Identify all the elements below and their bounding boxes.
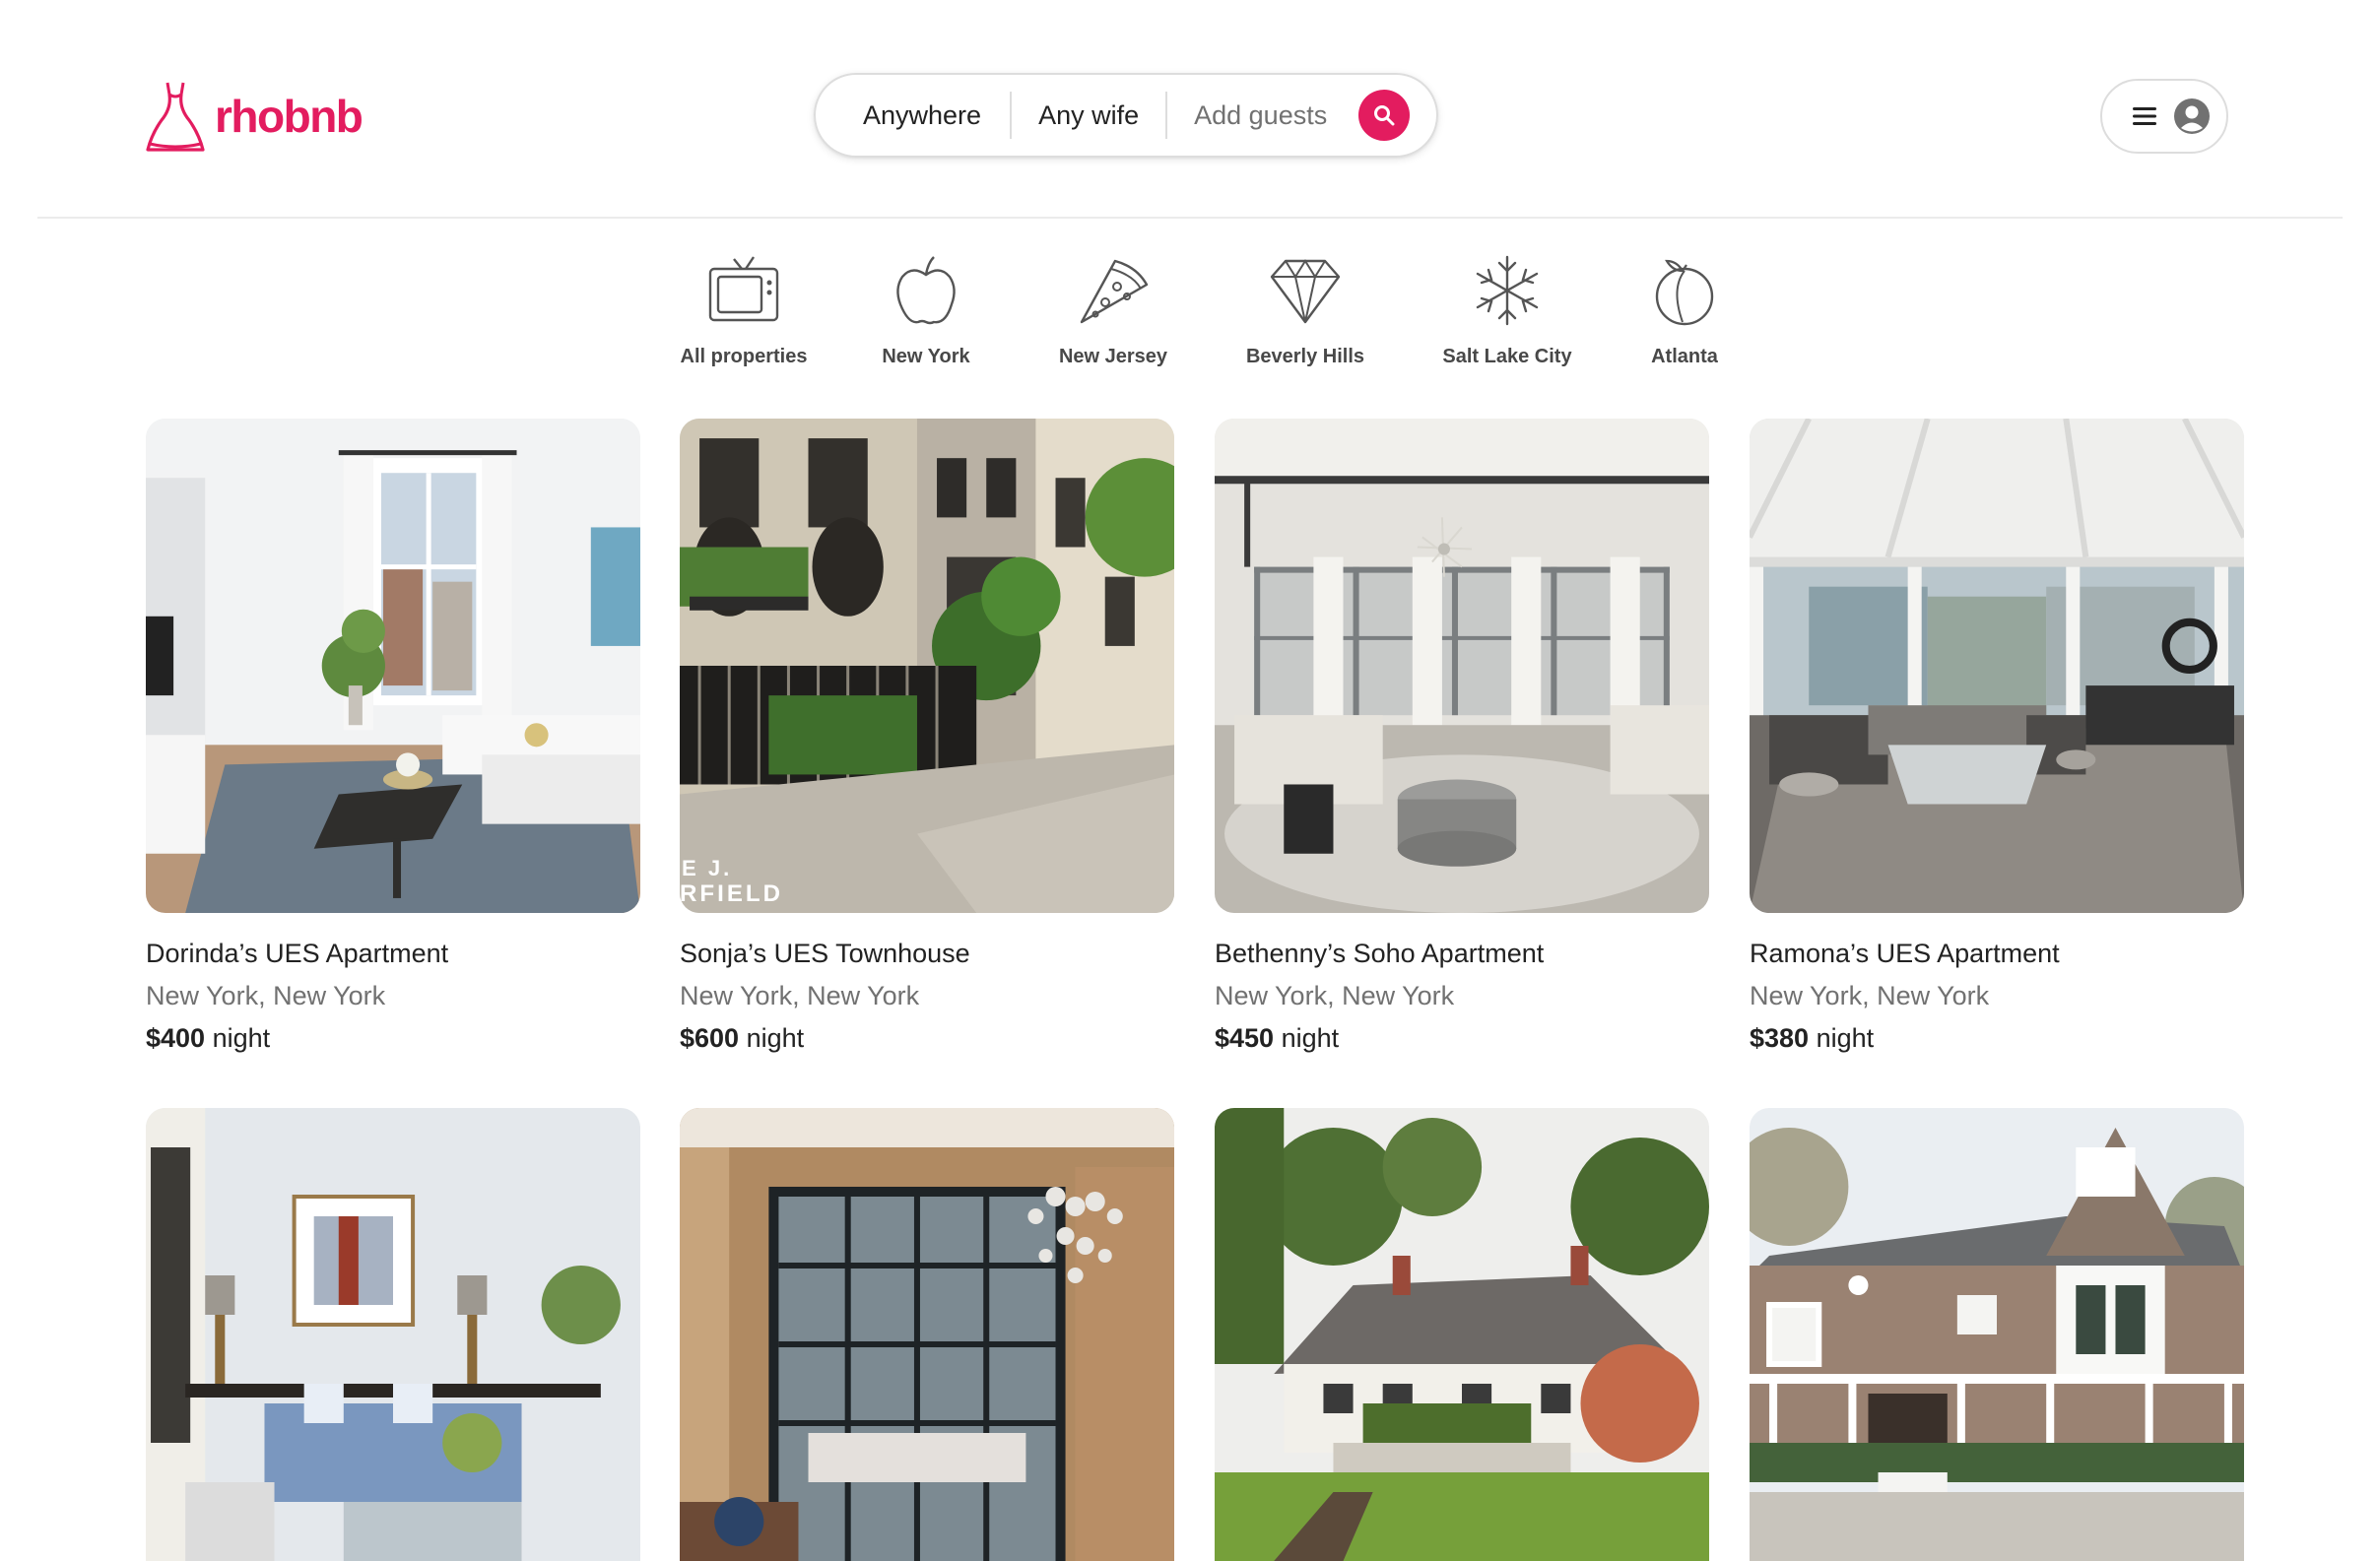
category-label: Beverly Hills	[1245, 346, 1365, 367]
price-amount: $450	[1215, 1023, 1275, 1053]
diamond-icon	[1270, 258, 1341, 323]
listing-title: Ramona’s UES Apartment	[1750, 939, 2060, 968]
watermark-line-2: RFIELD	[680, 880, 783, 907]
category-label: Atlanta	[1651, 346, 1718, 367]
user-avatar-icon	[2174, 98, 2210, 134]
listing-photo[interactable]: E J. RFIELD	[680, 419, 1174, 913]
listing-photo[interactable]	[680, 1108, 1174, 1561]
living-room-photo	[146, 419, 640, 913]
loft-photo	[1215, 419, 1709, 913]
rhobnb-logo[interactable]: rhobnb	[146, 79, 364, 154]
listing-price: $450 night	[1215, 1023, 1709, 1054]
living-room-photo	[146, 1108, 640, 1561]
apple-icon	[896, 255, 956, 324]
house-exterior-photo	[1215, 1108, 1709, 1561]
category-new-york[interactable]: New York	[857, 252, 995, 368]
wife-value: Any wife	[1038, 99, 1140, 130]
wife-selector[interactable]: Any wife	[1012, 75, 1165, 156]
category-new-jersey[interactable]: New Jersey	[1034, 252, 1192, 368]
listing-title: Bethenny’s Soho Apartment	[1215, 939, 1545, 968]
category-label: New Jersey	[1058, 346, 1168, 367]
listing-price: $380 night	[1750, 1023, 2244, 1054]
category-all-properties[interactable]: All properties	[660, 252, 827, 368]
watermark-line-1: E J.	[682, 856, 732, 880]
guests-selector[interactable]: Add guests	[1167, 75, 1358, 156]
user-menu-button[interactable]	[2100, 79, 2228, 154]
price-unit: night	[746, 1023, 805, 1053]
snowflake-icon	[1476, 255, 1539, 325]
listing-price: $600 night	[680, 1023, 1174, 1054]
shingle-house-photo	[1750, 1108, 2244, 1561]
header-divider	[37, 217, 2343, 219]
price-unit: night	[1281, 1023, 1340, 1053]
listing-card[interactable]: Dorinda’s UES Apartment New York, New Yo…	[146, 419, 640, 1054]
price-amount: $380	[1750, 1023, 1810, 1053]
hamburger-icon	[2133, 107, 2156, 125]
location-value: Anywhere	[863, 99, 982, 130]
guests-placeholder: Add guests	[1194, 99, 1328, 130]
top-navigation-bar: rhobnb Anywhere Any wife Add guests	[0, 0, 2380, 219]
location-selector[interactable]: Anywhere	[816, 75, 1010, 156]
listing-location: New York, New York	[680, 981, 920, 1010]
listing-card[interactable]	[146, 1108, 640, 1561]
brand-name: rhobnb	[215, 91, 364, 142]
category-salt-lake-city[interactable]: Salt Lake City	[1419, 252, 1596, 368]
dress-logo-icon	[146, 82, 205, 152]
listing-location: New York, New York	[146, 981, 386, 1010]
category-beverly-hills[interactable]: Beverly Hills	[1222, 252, 1389, 368]
listing-title: Dorinda’s UES Apartment	[146, 939, 449, 968]
price-unit: night	[1816, 1023, 1875, 1053]
price-amount: $400	[146, 1023, 206, 1053]
listing-card[interactable]	[1750, 1108, 2244, 1561]
listing-location: New York, New York	[1215, 981, 1455, 1010]
living-room-photo	[1750, 419, 2244, 913]
price-amount: $600	[680, 1023, 740, 1053]
townhouse-photo: E J. RFIELD	[680, 419, 1174, 913]
listing-photo[interactable]	[1215, 419, 1709, 913]
listing-location: New York, New York	[1750, 981, 1990, 1010]
listing-photo[interactable]	[1215, 1108, 1709, 1561]
listing-title: Sonja’s UES Townhouse	[680, 939, 970, 968]
search-icon	[1374, 105, 1395, 126]
listing-photo[interactable]	[1750, 1108, 2244, 1561]
category-label: Salt Lake City	[1442, 346, 1572, 367]
listing-card[interactable]: Ramona’s UES Apartment New York, New Yor…	[1750, 419, 2244, 1054]
listing-photo[interactable]	[1750, 419, 2244, 913]
peach-icon	[1655, 259, 1714, 325]
bathroom-photo	[680, 1108, 1174, 1561]
category-label: All properties	[680, 346, 808, 367]
category-atlanta[interactable]: Atlanta	[1625, 252, 1744, 368]
listing-photo[interactable]	[146, 1108, 640, 1561]
listing-card[interactable]: Bethenny’s Soho Apartment New York, New …	[1215, 419, 1709, 1054]
category-label: New York	[882, 346, 970, 367]
price-unit: night	[212, 1023, 271, 1053]
search-bar[interactable]: Anywhere Any wife Add guests	[814, 73, 1438, 158]
search-button[interactable]	[1358, 90, 1411, 141]
listing-card[interactable]: E J. RFIELD Sonja’s UES Townhouse New Yo…	[680, 419, 1174, 1054]
listing-price: $400 night	[146, 1023, 640, 1054]
listing-photo[interactable]	[146, 419, 640, 913]
listing-card[interactable]	[680, 1108, 1174, 1561]
listing-card[interactable]	[1215, 1108, 1709, 1561]
tv-icon	[708, 255, 779, 321]
pizza-icon	[1080, 259, 1149, 323]
